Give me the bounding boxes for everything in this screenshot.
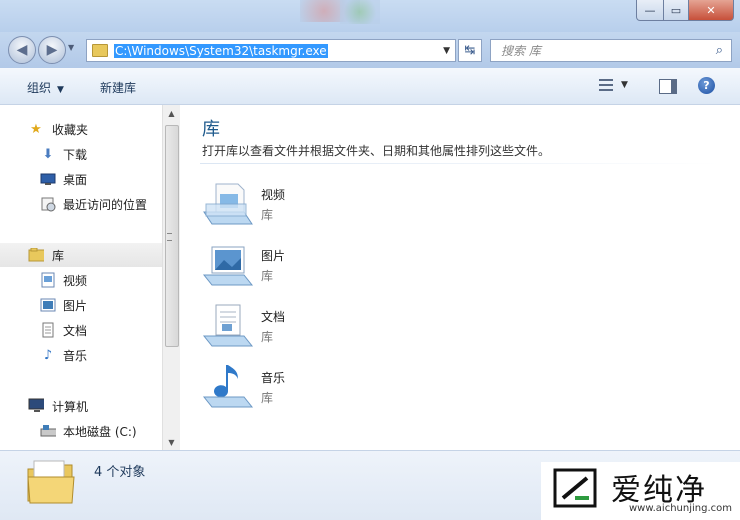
sidebar-item-documents[interactable]: 文档 xyxy=(0,318,162,342)
scroll-up-icon[interactable]: ▲ xyxy=(163,105,180,121)
library-content: 库 打开库以查看文件并根据文件夹、日期和其他属性排列这些文件。 视频 库 图片 … xyxy=(180,105,740,450)
forward-arrow-icon: ▶ xyxy=(46,42,58,58)
document-icon xyxy=(40,322,56,338)
sidebar-item-libraries[interactable]: 库 xyxy=(0,243,162,267)
library-type: 库 xyxy=(261,269,274,283)
refresh-icon: ↹ xyxy=(464,43,476,58)
library-name: 视频 xyxy=(261,188,286,202)
page-description: 打开库以查看文件并根据文件夹、日期和其他属性排列这些文件。 xyxy=(202,144,551,158)
watermark-url: www.aichunjing.com xyxy=(629,503,732,514)
background-blur-2 xyxy=(340,0,380,24)
library-type: 库 xyxy=(261,330,274,344)
change-view-button[interactable]: ▼ xyxy=(599,78,628,92)
command-bar: 组织 ▼ 新建库 ▼ ? xyxy=(0,68,740,105)
sidebar-item-recent-places[interactable]: 最近访问的位置 xyxy=(0,192,162,216)
refresh-button[interactable]: ↹ xyxy=(458,39,482,62)
library-item-videos[interactable]: 视频 库 xyxy=(202,180,502,238)
maximize-icon: ▭ xyxy=(670,3,682,17)
navigation-scrollbar[interactable]: ▲ ▼ xyxy=(162,105,180,450)
sidebar-item-computer[interactable]: 计算机 xyxy=(0,394,162,418)
music-icon: ♪ xyxy=(43,347,53,363)
library-name: 文档 xyxy=(261,310,286,324)
document-library-icon xyxy=(202,304,254,347)
sidebar-item-label: 计算机 xyxy=(52,399,89,414)
scroll-down-icon[interactable]: ▼ xyxy=(163,434,180,450)
library-item-pictures[interactable]: 图片 库 xyxy=(202,241,502,299)
sidebar-item-pictures[interactable]: 图片 xyxy=(0,293,162,317)
title-bar[interactable]: — ▭ ✕ xyxy=(0,0,740,32)
search-icon[interactable]: ⌕ xyxy=(716,43,723,58)
sidebar-item-label: 桌面 xyxy=(63,172,88,187)
video-icon xyxy=(40,272,56,288)
recent-places-icon xyxy=(40,196,56,212)
library-type: 库 xyxy=(261,391,274,405)
computer-icon xyxy=(28,398,44,414)
help-button[interactable]: ? xyxy=(698,77,715,94)
watermark: 爱纯净 www.aichunjing.com xyxy=(541,462,740,520)
help-icon: ? xyxy=(703,79,710,92)
picture-library-icon xyxy=(202,246,254,286)
star-icon: ★ xyxy=(30,121,42,137)
sidebar-item-favorites[interactable]: ★ 收藏夹 xyxy=(0,117,162,141)
close-icon: ✕ xyxy=(706,3,716,17)
close-button[interactable]: ✕ xyxy=(689,0,734,21)
back-button[interactable]: ◀ xyxy=(8,36,36,64)
chevron-down-icon: ▼ xyxy=(57,85,64,95)
sidebar-item-label: 本地磁盘 (C:) xyxy=(63,424,137,439)
sidebar-item-local-disk[interactable]: 本地磁盘 (C:) xyxy=(0,419,162,443)
minimize-button[interactable]: — xyxy=(636,0,664,21)
library-name: 音乐 xyxy=(261,371,286,385)
sidebar-item-label: 文档 xyxy=(63,323,88,338)
library-item-music[interactable]: 音乐 库 xyxy=(202,363,502,421)
sidebar-item-label: 库 xyxy=(52,248,65,263)
sidebar-item-music[interactable]: ♪ 音乐 xyxy=(0,343,162,367)
sidebar-item-label: 视频 xyxy=(63,273,88,288)
organize-label: 组织 xyxy=(27,81,52,95)
sidebar-item-label: 下载 xyxy=(63,147,88,162)
page-title: 库 xyxy=(202,119,220,140)
address-bar[interactable]: C:\Windows\System32\taskmgr.exe ▼ xyxy=(86,39,456,62)
address-dropdown-icon[interactable]: ▼ xyxy=(443,46,450,56)
sidebar-item-label: 音乐 xyxy=(63,348,88,363)
library-name: 图片 xyxy=(261,249,286,263)
view-list-icon xyxy=(599,78,613,92)
library-type: 库 xyxy=(261,208,274,222)
window-controls: — ▭ ✕ xyxy=(636,0,734,21)
library-item-documents[interactable]: 文档 库 xyxy=(202,302,502,360)
music-library-icon xyxy=(202,365,254,408)
back-arrow-icon: ◀ xyxy=(16,42,28,58)
minimize-icon: — xyxy=(644,3,656,17)
sidebar-item-label: 图片 xyxy=(63,298,88,313)
sidebar-item-label: 最近访问的位置 xyxy=(63,197,148,212)
sidebar-item-desktop[interactable]: 桌面 xyxy=(0,167,162,191)
chevron-down-icon: ▼ xyxy=(621,80,628,90)
maximize-button[interactable]: ▭ xyxy=(664,0,689,21)
sidebar-item-label: 收藏夹 xyxy=(52,122,89,137)
divider xyxy=(200,163,720,164)
folder-icon xyxy=(92,44,108,57)
hard-drive-icon xyxy=(40,423,56,439)
navigation-bar: ◀ ▶ ▼ C:\Windows\System32\taskmgr.exe ▼ … xyxy=(0,32,740,68)
scroll-grip-icon xyxy=(167,233,172,241)
recent-pages-dropdown[interactable]: ▼ xyxy=(68,43,74,52)
forward-button[interactable]: ▶ xyxy=(38,36,66,64)
search-placeholder: 搜索 库 xyxy=(501,44,541,58)
desktop-icon xyxy=(40,171,56,187)
library-folder-icon xyxy=(28,247,44,263)
picture-icon xyxy=(40,297,56,313)
sidebar-item-downloads[interactable]: ⬇ 下载 xyxy=(0,142,162,166)
video-library-icon xyxy=(203,183,253,225)
address-path[interactable]: C:\Windows\System32\taskmgr.exe xyxy=(114,43,328,58)
explorer-window: — ▭ ✕ ◀ ▶ ▼ C:\Windows\System32\taskmgr.… xyxy=(0,0,740,520)
library-folder-large-icon xyxy=(27,460,75,504)
item-count: 4 个对象 xyxy=(94,465,146,480)
organize-button[interactable]: 组织 ▼ xyxy=(27,79,64,96)
preview-pane-button[interactable] xyxy=(659,79,677,94)
sidebar-item-videos[interactable]: 视频 xyxy=(0,268,162,292)
watermark-logo xyxy=(553,468,597,508)
download-icon: ⬇ xyxy=(42,146,54,162)
new-library-button[interactable]: 新建库 xyxy=(100,79,136,96)
search-input[interactable]: 搜索 库 ⌕ xyxy=(490,39,732,62)
navigation-pane: ★ 收藏夹 ⬇ 下载 桌面 最近访问的位置 库 视频 图片 文档 ♪ 音乐 计算… xyxy=(0,105,162,450)
